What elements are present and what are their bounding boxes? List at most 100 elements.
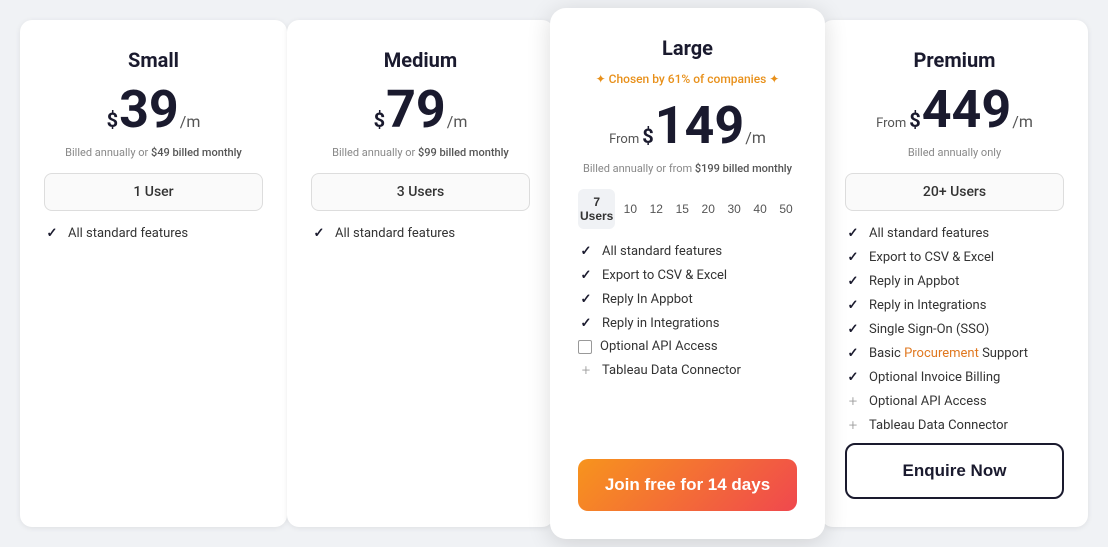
list-item: + Optional API Access [845, 393, 1064, 409]
pricing-container: Small $ 39 /m Billed annually or $49 bil… [20, 20, 1088, 527]
check-icon: ✓ [44, 225, 60, 241]
list-item: ✓ Reply in Integrations [845, 297, 1064, 313]
plus-icon: + [845, 393, 861, 409]
list-item: ✓ Reply in Integrations [578, 315, 797, 331]
plan-medium: Medium $ 79 /m Billed annually or $99 bi… [287, 20, 554, 527]
plan-medium-billing: Billed annually or $99 billed monthly [311, 146, 530, 159]
plan-large-user-tabs: 7 Users 10 12 15 20 30 40 50 [578, 189, 797, 229]
feature-label: Export to CSV & Excel [869, 250, 994, 265]
feature-label: Export to CSV & Excel [602, 268, 727, 283]
feature-label: Optional Invoice Billing [869, 370, 1000, 385]
list-item: + Tableau Data Connector [578, 362, 797, 378]
list-item: ✓ Basic Procurement Support [845, 345, 1064, 361]
plan-medium-amount: 79 [386, 84, 446, 136]
feature-label: Tableau Data Connector [869, 418, 1008, 433]
feature-label: Reply in Appbot [869, 274, 959, 289]
list-item: + Tableau Data Connector [845, 417, 1064, 433]
check-icon: ✓ [845, 273, 861, 289]
plan-large-features: ✓ All standard features ✓ Export to CSV … [578, 243, 797, 449]
plus-icon: + [578, 362, 594, 378]
plan-premium-amount: 449 [922, 84, 1012, 136]
plan-small-amount: 39 [119, 84, 179, 136]
user-tab-30[interactable]: 30 [723, 189, 745, 229]
plan-small-features: ✓ All standard features [44, 225, 263, 499]
list-item: ✓ All standard features [845, 225, 1064, 241]
list-item: ✓ Export to CSV & Excel [845, 249, 1064, 265]
plan-premium-billing: Billed annually only [845, 146, 1064, 159]
plan-premium-users[interactable]: 20+ Users [845, 173, 1064, 211]
plan-large-amount: 149 [655, 100, 745, 152]
plan-large-from: From [609, 132, 639, 147]
user-tab-12[interactable]: 12 [645, 189, 667, 229]
list-item: Optional API Access [578, 339, 797, 354]
feature-label: All standard features [869, 226, 989, 241]
list-item: ✓ Optional Invoice Billing [845, 369, 1064, 385]
plan-small-period: /m [180, 112, 201, 131]
plan-small-dollar: $ [107, 110, 118, 130]
list-item: ✓ Single Sign-On (SSO) [845, 321, 1064, 337]
user-tab-7[interactable]: 7 Users [578, 189, 615, 229]
list-item: ✓ Export to CSV & Excel [578, 267, 797, 283]
plan-small-billing: Billed annually or $49 billed monthly [44, 146, 263, 159]
list-item: ✓ All standard features [311, 225, 530, 241]
plan-premium-dollar: $ [909, 110, 920, 130]
feature-label: Tableau Data Connector [602, 363, 741, 378]
plan-large-price-row: From $ 149 /m [578, 100, 797, 152]
plan-large-period: /m [745, 128, 766, 147]
feature-label: Single Sign-On (SSO) [869, 322, 989, 337]
plan-medium-users[interactable]: 3 Users [311, 173, 530, 211]
plan-premium-cta[interactable]: Enquire Now [845, 443, 1064, 499]
plan-large-name: Large [578, 36, 797, 60]
feature-label: All standard features [68, 226, 188, 241]
plan-large-cta[interactable]: Join free for 14 days [578, 459, 797, 511]
feature-label: Reply in Integrations [869, 298, 986, 313]
plan-small-billing-alt: $49 billed monthly [151, 146, 242, 159]
user-tab-10[interactable]: 10 [619, 189, 641, 229]
plan-large-billing-alt: $199 billed monthly [695, 162, 792, 175]
plan-large: Large ✦ Chosen by 61% of companies ✦ Fro… [550, 8, 825, 539]
check-icon: ✓ [578, 267, 594, 283]
plan-medium-dollar: $ [374, 110, 385, 130]
plan-premium-name: Premium [845, 48, 1064, 72]
plan-small: Small $ 39 /m Billed annually or $49 bil… [20, 20, 287, 527]
check-icon: ✓ [578, 243, 594, 259]
plan-small-name: Small [44, 48, 263, 72]
plus-icon: + [845, 417, 861, 433]
plan-large-badge: ✦ Chosen by 61% of companies ✦ [578, 72, 797, 86]
check-icon: ✓ [845, 345, 861, 361]
list-item: ✓ All standard features [578, 243, 797, 259]
plan-small-price-row: $ 39 /m [44, 84, 263, 136]
feature-label: Reply In Appbot [602, 292, 693, 307]
check-icon: ✓ [845, 249, 861, 265]
check-icon: ✓ [845, 369, 861, 385]
plan-medium-price-row: $ 79 /m [311, 84, 530, 136]
check-icon: ✓ [578, 315, 594, 331]
plan-medium-period: /m [447, 112, 468, 131]
check-icon: ✓ [845, 321, 861, 337]
user-tab-20[interactable]: 20 [697, 189, 719, 229]
list-item: ✓ Reply in Appbot [845, 273, 1064, 289]
feature-label: Optional API Access [600, 339, 718, 354]
feature-label: Optional API Access [869, 394, 987, 409]
user-tab-40[interactable]: 40 [749, 189, 771, 229]
feature-label: Reply in Integrations [602, 316, 719, 331]
plan-premium: Premium From $ 449 /m Billed annually on… [821, 20, 1088, 527]
check-icon: ✓ [845, 225, 861, 241]
feature-label: All standard features [602, 244, 722, 259]
checkbox-icon [578, 340, 592, 354]
plan-medium-name: Medium [311, 48, 530, 72]
plan-medium-features: ✓ All standard features [311, 225, 530, 499]
plan-premium-features: ✓ All standard features ✓ Export to CSV … [845, 225, 1064, 433]
user-tab-15[interactable]: 15 [671, 189, 693, 229]
list-item: ✓ All standard features [44, 225, 263, 241]
procurement-link[interactable]: Procurement [904, 346, 979, 361]
plan-premium-period: /m [1012, 112, 1033, 131]
feature-label: Basic Procurement Support [869, 346, 1028, 361]
plan-medium-billing-alt: $99 billed monthly [418, 146, 509, 159]
plan-large-dollar: $ [642, 126, 653, 146]
user-tab-50[interactable]: 50 [775, 189, 797, 229]
check-icon: ✓ [578, 291, 594, 307]
plan-small-users[interactable]: 1 User [44, 173, 263, 211]
feature-label: All standard features [335, 226, 455, 241]
plan-large-billing: Billed annually or from $199 billed mont… [578, 162, 797, 175]
